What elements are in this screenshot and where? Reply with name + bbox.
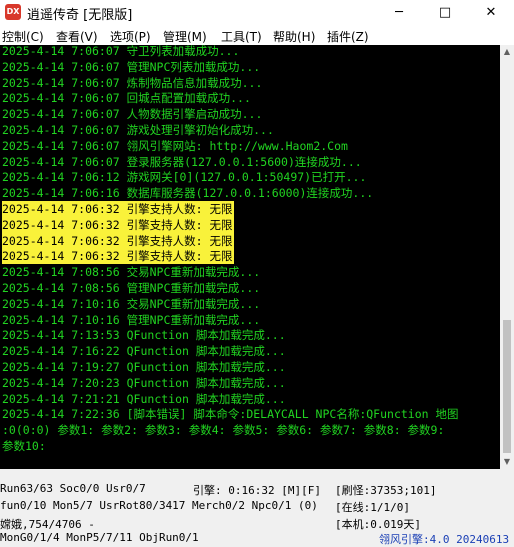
log-line: 2025-4-14 7:08:56 管理NPC重新加载完成... [2, 281, 261, 295]
log-line-highlighted: 2025-4-14 7:06:32 引擎支持人数: 无限 [2, 216, 235, 233]
log-line: 参数10: [2, 439, 46, 453]
scroll-down-icon[interactable]: ▼ [500, 455, 514, 469]
status-online: [在线:1/1/0] [335, 501, 410, 514]
log-line: 2025-4-14 7:08:56 交易NPC重新加载完成... [2, 265, 261, 280]
log-line: 2025-4-14 7:16:22 QFunction 脚本加载完成... [2, 344, 286, 359]
log-line: 2025-4-14 7:21:21 QFunction 脚本加载完成... [2, 391, 286, 406]
log-scrollbar[interactable]: ▲ ▼ [500, 45, 514, 469]
menu-tools[interactable]: 工具(T) [221, 28, 262, 45]
menu-help[interactable]: 帮助(H) [273, 28, 315, 45]
minimize-button[interactable]: ─ [376, 0, 422, 25]
scroll-up-icon[interactable]: ▲ [500, 45, 514, 59]
log-line-highlighted: 2025-4-14 7:06:32 引擎支持人数: 无限 [2, 232, 235, 249]
status-fun: fun0/10 Mon5/7 UsrRot80/3417 Merch0/2 Np… [0, 499, 318, 512]
menu-view[interactable]: 查看(V) [56, 28, 98, 45]
engine-version: 翎风引擎:4.0 20240613 [379, 533, 510, 546]
log-line: 2025-4-14 7:06:07 人物数据引擎启动成功... [2, 107, 263, 122]
log-line: 2025-4-14 7:19:27 QFunction 脚本加载完成... [2, 360, 286, 374]
log-line: 2025-4-14 7:10:16 交易NPC重新加载完成... [2, 296, 261, 311]
log-line: 2025-4-14 7:13:53 QFunction 脚本加载完成... [2, 328, 286, 343]
scroll-thumb[interactable] [503, 320, 511, 453]
status-local: [本机:0.019天] [335, 518, 421, 531]
status-engine-time: 引擎: 0:16:32 [M][F] [193, 484, 321, 497]
window-title: 逍遥传奇 [无限版] [27, 8, 133, 23]
log-line: 2025-4-14 7:20:23 QFunction 脚本加载完成... [2, 375, 286, 390]
log-line: 2025-4-14 7:06:16 数据库服务器(127.0.0.1:6000)… [2, 186, 374, 201]
menu-plugins[interactable]: 插件(Z) [327, 28, 369, 45]
log-line: 2025-4-14 7:06:07 管理NPC列表加载成功... [2, 59, 261, 74]
log-line: 2025-4-14 7:10:16 管理NPC重新加载完成... [2, 312, 261, 327]
log-line: 2025-4-14 7:06:07 回城点配置加载成功... [2, 91, 251, 106]
status-panel: Run63/63 Soc0/0 Usr0/7 引擎: 0:16:32 [M][F… [0, 469, 514, 546]
close-button[interactable]: ✕ [468, 0, 514, 25]
menu-bar: 控制(C) 查看(V) 选项(P) 管理(M) 工具(T) 帮助(H) 插件(Z… [0, 25, 514, 45]
status-spawn: [刷怪:37353;101] [335, 484, 437, 497]
status-mon: MonG0/1/4 MonP5/7/11 ObjRun0/1 [0, 531, 199, 544]
log-line-highlighted: 2025-4-14 7:06:32 引擎支持人数: 无限 [2, 248, 235, 265]
log-line: 2025-4-14 7:06:12 游戏网关[0](127.0.0.1:5049… [2, 170, 367, 185]
log-line-highlighted: 2025-4-14 7:06:32 引擎支持人数: 无限 [2, 201, 235, 217]
maximize-button[interactable]: □ [422, 0, 468, 25]
menu-control[interactable]: 控制(C) [2, 28, 44, 45]
log-line: 2025-4-14 7:06:07 炼制物品信息加载成功... [2, 75, 263, 90]
app-icon: DX [5, 4, 21, 20]
log-line: 2025-4-14 7:06:07 登录服务器(127.0.0.1:5600)连… [2, 154, 362, 169]
menu-manage[interactable]: 管理(M) [163, 28, 207, 45]
title-bar: DX 逍遥传奇 [无限版] ─ □ ✕ [0, 0, 514, 25]
log-console[interactable]: 2025-4-14 7:06:07 守卫列表加载成功... 2025-4-14 7… [0, 45, 500, 469]
status-run: Run63/63 Soc0/0 Usr0/7 [0, 482, 146, 495]
menu-options[interactable]: 选项(P) [110, 28, 151, 45]
log-line: 2025-4-14 7:06:07 游戏处理引擎初始化成功... [2, 123, 274, 137]
log-line: 2025-4-14 7:06:07 翎风引擎网站: http://www.Hao… [2, 138, 348, 153]
log-line: :0(0:0) 参数1: 参数2: 参数3: 参数4: 参数5: 参数6: 参数… [2, 423, 445, 438]
log-line: 2025-4-14 7:22:36 [脚本错误] 脚本命令:DELAYCALL … [2, 407, 459, 422]
status-player: 嫦娥,754/4706 - [0, 518, 95, 531]
log-line: 2025-4-14 7:06:07 守卫列表加载成功... [2, 45, 240, 58]
